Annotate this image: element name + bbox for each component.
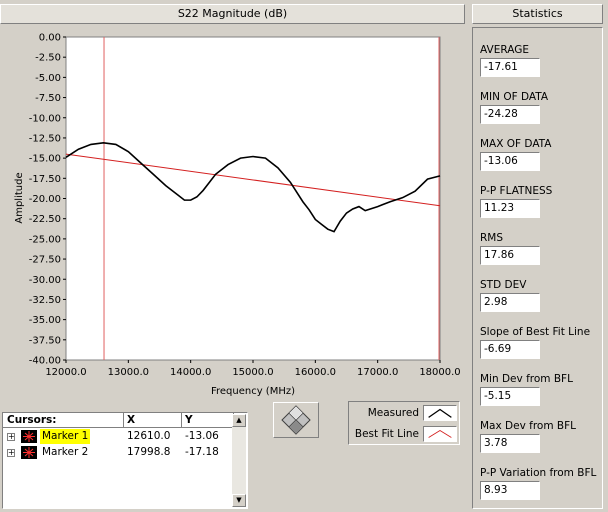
cursor-y-value[interactable]: -17.18 xyxy=(185,445,219,460)
stat-value[interactable]: -5.15 xyxy=(480,387,540,406)
x-tick-label: 13000.0 xyxy=(108,367,149,378)
stat-slope-bfl: Slope of Best Fit Line -6.69 xyxy=(480,326,598,359)
y-tick-label: -10.00 xyxy=(29,113,61,124)
stat-label: AVERAGE xyxy=(480,44,529,56)
stat-std-dev: STD DEV 2.98 xyxy=(480,279,598,312)
expand-plus-icon[interactable]: + xyxy=(7,449,15,457)
stat-value[interactable]: 2.98 xyxy=(480,293,540,312)
stat-pp-variation-bfl: P-P Variation from BFL 8.93 xyxy=(480,467,598,500)
stat-label: Max Dev from BFL xyxy=(480,420,577,432)
y-tick-label: -20.00 xyxy=(29,194,61,205)
cursor-name[interactable]: Marker 1 xyxy=(40,429,91,444)
column-divider xyxy=(181,413,182,427)
y-tick-label: -17.50 xyxy=(29,174,61,185)
cursors-scrollbar[interactable]: ▲ ▼ xyxy=(232,414,246,507)
column-x-header: X xyxy=(127,414,136,426)
y-tick-label: -30.00 xyxy=(29,275,61,286)
stat-label: STD DEV xyxy=(480,279,527,291)
y-tick-label: -22.50 xyxy=(29,214,61,225)
crosshair-marker-icon[interactable] xyxy=(21,430,37,443)
stat-value[interactable]: 3.78 xyxy=(480,434,540,453)
diamond-arrows-icon[interactable] xyxy=(274,403,318,437)
s22-magnitude-chart[interactable]: 0.00 -2.50 -5.00 -7.50 -10.00 -12.50 -15.00 -17… xyxy=(0,24,465,400)
stat-label: MAX OF DATA xyxy=(480,138,552,150)
y-tick-label: -5.00 xyxy=(35,73,61,84)
y-tick-label: -32.50 xyxy=(29,295,61,306)
stat-label: P-P FLATNESS xyxy=(480,185,553,197)
scroll-down-icon[interactable]: ▼ xyxy=(232,494,246,507)
header-divider xyxy=(3,427,233,428)
y-tick-label: -37.50 xyxy=(29,335,61,346)
bestfit-line-icon[interactable] xyxy=(423,426,457,442)
stat-average: AVERAGE -17.61 xyxy=(480,44,598,77)
statistics-panel: AVERAGE -17.61 MIN OF DATA -24.28 MAX OF… xyxy=(472,27,603,509)
stat-value[interactable]: -13.06 xyxy=(480,152,540,171)
y-tick-label: -12.50 xyxy=(29,133,61,144)
stat-label: RMS xyxy=(480,232,504,244)
x-axis-label: Frequency (MHz) xyxy=(211,386,295,397)
x-tick-label: 12000.0 xyxy=(45,367,86,378)
legend-measured[interactable]: Measured xyxy=(349,403,461,423)
expand-plus-icon[interactable]: + xyxy=(7,433,15,441)
y-tick-label: -2.50 xyxy=(35,53,61,64)
stat-pp-flatness: P-P FLATNESS 11.23 xyxy=(480,185,598,218)
column-divider xyxy=(123,413,124,427)
cursor-row-marker-1[interactable]: + Marker 1 12610.0 -13.06 xyxy=(3,429,233,444)
stat-value[interactable]: -24.28 xyxy=(480,105,540,124)
y-tick-label: -7.50 xyxy=(35,93,61,104)
graph-title: S22 Magnitude (dB) xyxy=(0,4,465,24)
stat-label: MIN OF DATA xyxy=(480,91,549,103)
x-tick-label: 16000.0 xyxy=(295,367,336,378)
cursors-table[interactable]: Cursors: X Y + Marker 1 12610.0 -13.06 +… xyxy=(2,412,248,509)
x-tick-label: 15000.0 xyxy=(232,367,273,378)
cursor-y-value[interactable]: -13.06 xyxy=(185,429,219,444)
measured-line-icon[interactable] xyxy=(423,405,457,421)
y-tick-label: -15.00 xyxy=(29,154,61,165)
stat-min-dev-bfl: Min Dev from BFL -5.15 xyxy=(480,373,598,406)
y-tick-label: -40.00 xyxy=(29,356,61,367)
stat-value[interactable]: 17.86 xyxy=(480,246,540,265)
cursor-x-value[interactable]: 12610.0 xyxy=(127,429,170,444)
crosshair-marker-icon[interactable] xyxy=(21,446,37,459)
stat-max: MAX OF DATA -13.06 xyxy=(480,138,598,171)
y-tick-label: 0.00 xyxy=(39,33,61,44)
x-tick-label: 17000.0 xyxy=(357,367,398,378)
stat-value[interactable]: 8.93 xyxy=(480,481,540,500)
cursors-header: Cursors: xyxy=(7,414,57,426)
cursor-name[interactable]: Marker 2 xyxy=(40,445,90,460)
stat-value[interactable]: -17.61 xyxy=(480,58,540,77)
stat-value[interactable]: 11.23 xyxy=(480,199,540,218)
stat-rms: RMS 17.86 xyxy=(480,232,598,265)
legend-label: Measured xyxy=(367,407,419,419)
legend-bestfit[interactable]: Best Fit Line xyxy=(349,424,461,444)
stat-max-dev-bfl: Max Dev from BFL 3.78 xyxy=(480,420,598,453)
scroll-up-icon[interactable]: ▲ xyxy=(232,414,246,427)
statistics-title: Statistics xyxy=(472,4,603,24)
y-axis-ticks: 0.00 -2.50 -5.00 -7.50 -10.00 -12.50 -15.00 -17… xyxy=(29,33,66,367)
y-tick-label: -25.00 xyxy=(29,234,61,245)
cursor-row-marker-2[interactable]: + Marker 2 17998.8 -17.18 xyxy=(3,445,233,460)
y-tick-label: -35.00 xyxy=(29,315,61,326)
stat-label: P-P Variation from BFL xyxy=(480,467,597,479)
stat-min: MIN OF DATA -24.28 xyxy=(480,91,598,124)
x-axis-ticks: 12000.0 13000.0 14000.0 15000.0 16000.0 17000… xyxy=(45,360,461,378)
y-axis-label: Amplitude xyxy=(14,172,25,223)
y-tick-label: -27.50 xyxy=(29,255,61,266)
x-tick-label: 14000.0 xyxy=(170,367,211,378)
x-tick-label: 18000.0 xyxy=(419,367,460,378)
column-y-header: Y xyxy=(185,414,193,426)
stat-value[interactable]: -6.69 xyxy=(480,340,540,359)
cursor-x-value[interactable]: 17998.8 xyxy=(127,445,170,460)
cursor-move-pad[interactable] xyxy=(273,402,319,438)
plot-legend[interactable]: Measured Best Fit Line xyxy=(348,401,460,445)
legend-label: Best Fit Line xyxy=(354,428,419,440)
stat-label: Slope of Best Fit Line xyxy=(480,326,591,338)
stat-label: Min Dev from BFL xyxy=(480,373,573,385)
